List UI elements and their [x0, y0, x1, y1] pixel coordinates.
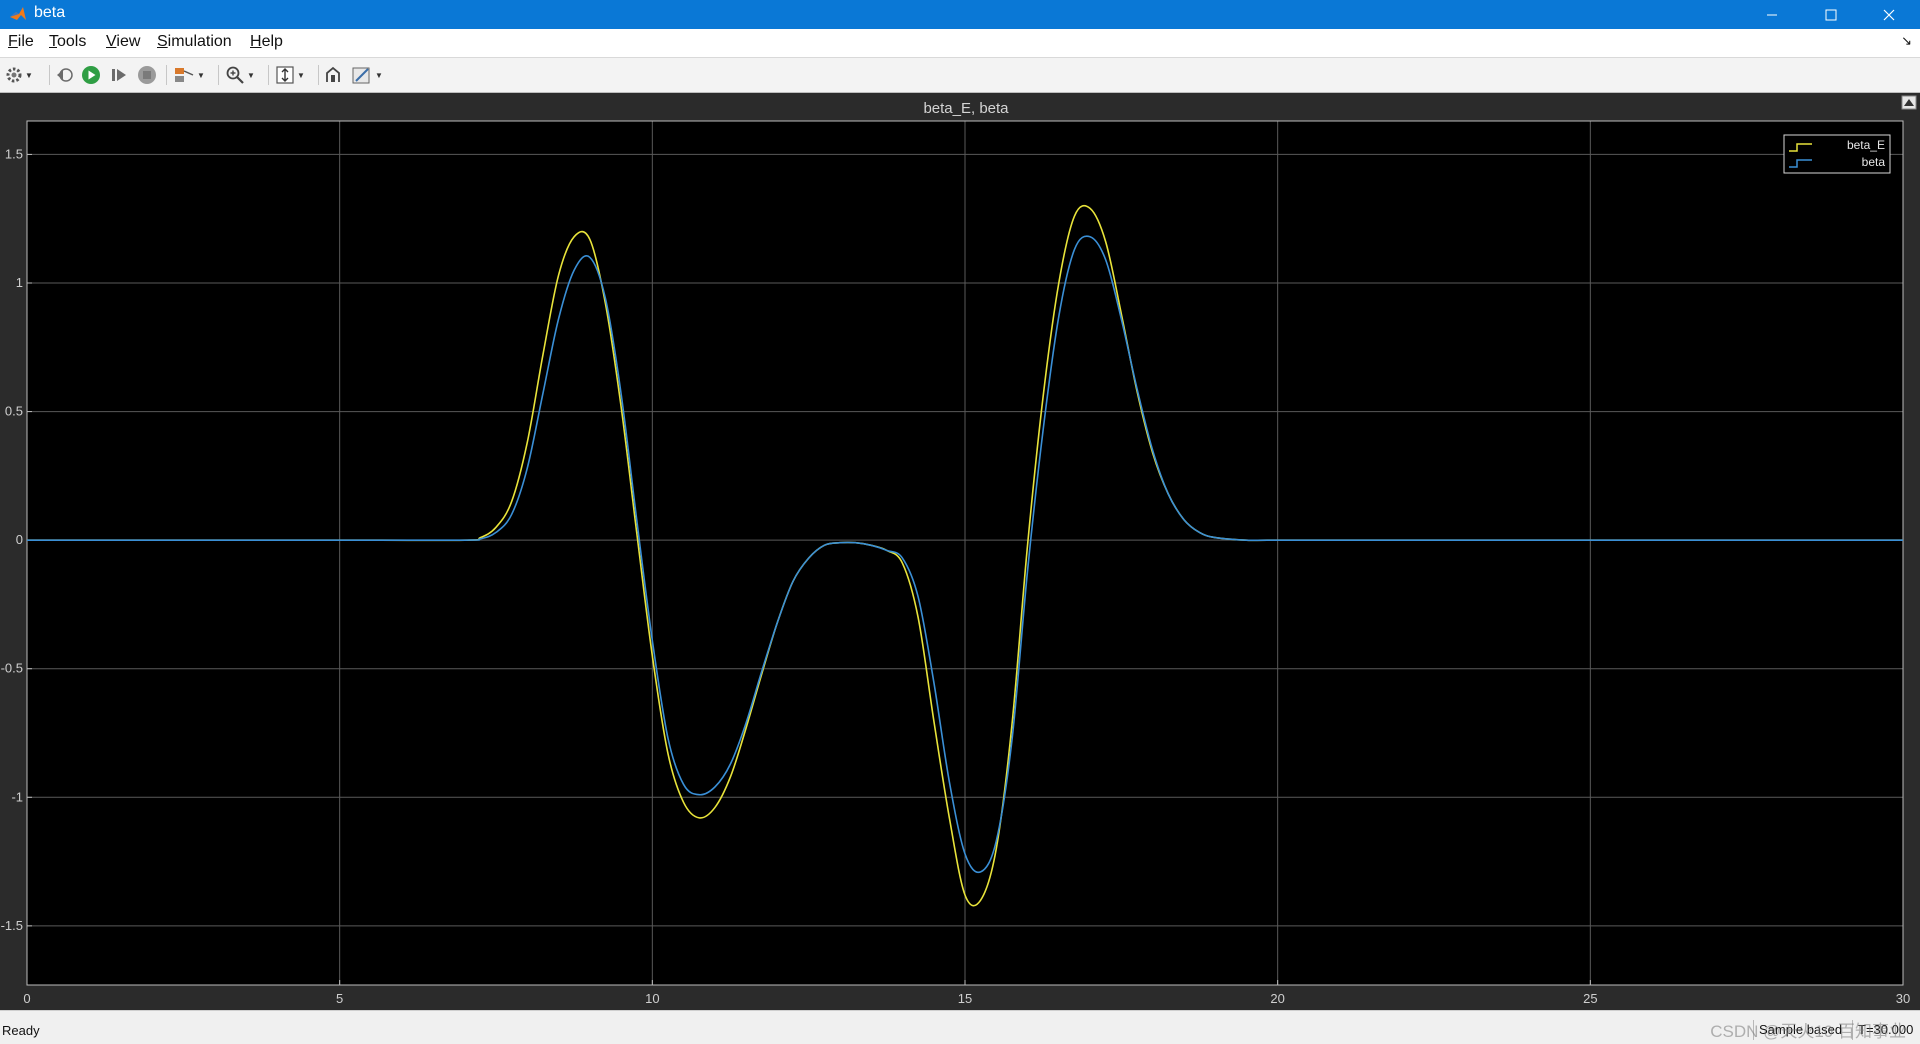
menu-view[interactable]: View [106, 33, 140, 51]
chevron-down-icon: ▼ [197, 70, 205, 80]
autoscale-icon [276, 66, 294, 84]
dock-arrow-icon[interactable]: ↘ [1901, 33, 1912, 49]
settings-gear-icon [6, 67, 22, 83]
menu-bar: File Tools View Simulation Help ↘ [0, 29, 1920, 58]
toolbar-separator [218, 65, 219, 85]
settings-button[interactable]: ▼ [5, 63, 33, 87]
y-tick-label: -1.5 [1, 918, 23, 933]
chevron-down-icon: ▼ [247, 70, 255, 80]
close-icon [1883, 9, 1895, 20]
x-tick-label: 10 [645, 991, 659, 1006]
y-tick-label: 0 [16, 532, 23, 547]
y-tick-label: 1 [16, 275, 23, 290]
step-forward-icon [112, 69, 126, 81]
status-ready: Ready [2, 1023, 40, 1038]
run-icon [82, 66, 100, 84]
window-titlebar: beta [0, 0, 1920, 29]
signal-select-icon [175, 68, 194, 82]
x-tick-label: 25 [1583, 991, 1597, 1006]
scope-display: beta_E, beta 0 5 10 15 20 25 30 -1.5 -1 -0.5 0 0.5… [0, 93, 1920, 1010]
y-tick-label: 0.5 [5, 404, 23, 419]
y-tick-label: 1.5 [5, 146, 23, 161]
x-tick-label: 5 [336, 991, 343, 1006]
window-title: beta [34, 4, 66, 21]
highlight-block-icon [326, 66, 340, 82]
toolbar-separator [49, 65, 50, 85]
toolbar-separator [166, 65, 167, 85]
run-button[interactable] [81, 63, 101, 87]
undock-button[interactable] [1901, 95, 1917, 110]
highlight-block-button[interactable] [323, 63, 343, 87]
chevron-down-icon: ▼ [375, 70, 383, 80]
chevron-down-icon: ▼ [297, 70, 305, 80]
close-button[interactable] [1866, 0, 1912, 29]
plot-area[interactable]: beta_E, beta 0 5 10 15 20 25 30 -1.5 -1 -0.5 0 0.5… [0, 93, 1920, 1010]
plot-title: beta_E, beta [923, 100, 1009, 117]
zoom-button[interactable]: ▼ [225, 63, 255, 87]
step-forward-button[interactable] [109, 63, 129, 87]
minimize-icon [1767, 14, 1777, 15]
step-back-button[interactable] [55, 63, 75, 87]
toolbar-separator [268, 65, 269, 85]
step-back-icon [57, 68, 73, 82]
autoscale-button[interactable]: ▼ [275, 63, 305, 87]
x-tick-label: 15 [958, 991, 972, 1006]
menu-file[interactable]: File [8, 33, 34, 51]
maximize-icon [1825, 9, 1837, 20]
status-bar: Ready Sample based T=30.000 CSDN @天火10 百… [0, 1010, 1920, 1044]
x-tick-label: 30 [1896, 991, 1910, 1006]
menu-simulation[interactable]: Simulation [157, 33, 232, 51]
y-tick-label: -1 [11, 789, 23, 804]
style-button[interactable]: ▼ [351, 63, 383, 87]
legend-label-beta: beta [1862, 155, 1886, 169]
menu-help[interactable]: Help [250, 33, 283, 51]
x-tick-label: 0 [23, 991, 30, 1006]
legend[interactable]: beta_E beta [1783, 134, 1891, 174]
chevron-down-icon: ▼ [25, 70, 33, 80]
legend-label-beta_E: beta_E [1847, 138, 1885, 152]
stop-icon [138, 66, 156, 84]
watermark: CSDN @天火10 百知事业 [1710, 1022, 1906, 1041]
stop-button[interactable] [137, 63, 157, 87]
x-tick-label: 20 [1270, 991, 1284, 1006]
style-edit-icon [352, 67, 370, 84]
toolbar-separator [318, 65, 319, 85]
maximize-button[interactable] [1808, 0, 1854, 29]
minimize-button[interactable] [1749, 0, 1795, 29]
y-tick-label: -0.5 [1, 661, 23, 676]
zoom-in-icon [226, 66, 244, 84]
toolbar: ▼ ▼ ▼ ▼ ▼ [0, 58, 1920, 93]
menu-tools[interactable]: Tools [49, 33, 86, 51]
matlab-logo-icon [10, 7, 26, 20]
signal-select-button[interactable]: ▼ [173, 63, 205, 87]
